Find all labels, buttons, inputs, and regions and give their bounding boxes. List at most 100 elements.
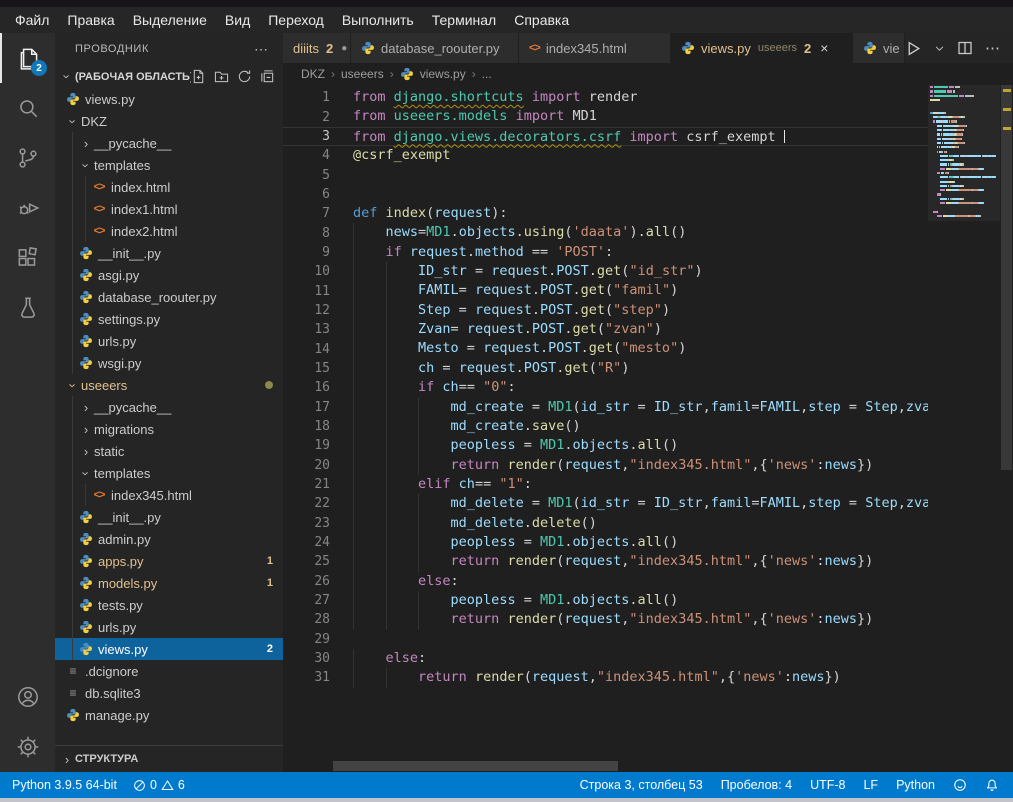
code-line-13[interactable]: 13 Zvan= request.POST.get("zvan") xyxy=(283,320,928,339)
tree-item-models.py[interactable]: models.py1 xyxy=(55,572,283,594)
menu-item-Файл[interactable]: Файл xyxy=(6,9,58,31)
tree-item-templates[interactable]: ›templates xyxy=(55,462,283,484)
tree-item-tests.py[interactable]: tests.py xyxy=(55,594,283,616)
code-line-22[interactable]: 22 md_delete = MD1(id_str = ID_str,famil… xyxy=(283,494,928,513)
tree-item-migrations[interactable]: ›migrations xyxy=(55,418,283,440)
code-line-25[interactable]: 25 return render(request,"index345.html"… xyxy=(283,552,928,571)
menu-item-Переход[interactable]: Переход xyxy=(259,9,333,31)
code-line-18[interactable]: 18 md_create.save() xyxy=(283,417,928,436)
code-line-14[interactable]: 14 Mesto = request.POST.get("mesto") xyxy=(283,339,928,358)
activity-account-icon[interactable] xyxy=(0,672,55,722)
horizontal-scrollbar-thumb[interactable] xyxy=(333,761,618,771)
workspace-section-header[interactable]: › (РАБОЧАЯ ОБЛАСТЬ) ... xyxy=(55,65,283,88)
problems-status[interactable]: 0 6 xyxy=(133,778,185,792)
code-line-4[interactable]: 4@csrf_exempt xyxy=(283,146,928,165)
menu-item-Правка[interactable]: Правка xyxy=(58,9,123,31)
close-icon[interactable]: × xyxy=(820,40,828,56)
code-line-15[interactable]: 15 ch = request.POST.get("R") xyxy=(283,359,928,378)
tree-item-__pycache__[interactable]: ›__pycache__ xyxy=(55,132,283,154)
tree-item-__init__.py[interactable]: __init__.py xyxy=(55,506,283,528)
tree-item-.dcignore[interactable]: ≡.dcignore xyxy=(55,660,283,682)
breadcrumb-item-...[interactable]: ... xyxy=(480,67,494,81)
tree-item-useeers[interactable]: ›useeers xyxy=(55,374,283,396)
code-line-21[interactable]: 21 elif ch== "1": xyxy=(283,475,928,494)
code-line-29[interactable]: 29 xyxy=(283,630,928,649)
tree-item-__pycache__[interactable]: ›__pycache__ xyxy=(55,396,283,418)
code-line-23[interactable]: 23 md_delete.delete() xyxy=(283,514,928,533)
refresh-icon[interactable] xyxy=(237,69,252,84)
notifications-bell-icon[interactable] xyxy=(985,778,999,792)
split-editor-icon[interactable] xyxy=(957,40,973,56)
indentation-status[interactable]: Пробелов: 4 xyxy=(721,778,792,792)
run-python-file-icon[interactable] xyxy=(905,40,922,57)
tree-item-db.sqlite3[interactable]: ≡db.sqlite3 xyxy=(55,682,283,704)
sidebar-more-actions-icon[interactable]: ⋯ xyxy=(254,41,269,58)
code-line-3[interactable]: 3from django.views.decorators.csrf impor… xyxy=(283,127,928,146)
code-line-11[interactable]: 11 FAMIL= request.POST.get("famil") xyxy=(283,281,928,300)
code-line-16[interactable]: 16 if ch== "0": xyxy=(283,378,928,397)
code-line-30[interactable]: 30 else: xyxy=(283,649,928,668)
code-line-17[interactable]: 17 md_create = MD1(id_str = ID_str,famil… xyxy=(283,398,928,417)
tree-item-settings.py[interactable]: settings.py xyxy=(55,308,283,330)
code-line-12[interactable]: 12 Step = request.POST.get("step") xyxy=(283,301,928,320)
tree-item-asgi.py[interactable]: asgi.py xyxy=(55,264,283,286)
activity-source-control-icon[interactable] xyxy=(0,133,55,183)
code-editor[interactable]: 1from django.shortcuts import render2fro… xyxy=(283,85,1013,772)
activity-run-debug-icon[interactable] xyxy=(0,183,55,233)
tab-database_roouter.py[interactable]: database_roouter.py xyxy=(351,33,519,63)
tab-diiits[interactable]: diiits2● xyxy=(283,33,351,63)
tree-item-templates[interactable]: ›templates xyxy=(55,154,283,176)
tab-vie[interactable]: vie xyxy=(853,33,905,63)
tree-item-wsgi.py[interactable]: wsgi.py xyxy=(55,352,283,374)
code-line-31[interactable]: 31 return render(request,"index345.html"… xyxy=(283,668,928,687)
tree-item-views.py[interactable]: views.py xyxy=(55,88,283,110)
tree-item-index2.html[interactable]: <>index2.html xyxy=(55,220,283,242)
code-line-6[interactable]: 6 xyxy=(283,185,928,204)
tree-item-__init__.py[interactable]: __init__.py xyxy=(55,242,283,264)
tree-item-apps.py[interactable]: apps.py1 xyxy=(55,550,283,572)
new-file-icon[interactable] xyxy=(191,69,206,84)
feedback-icon[interactable] xyxy=(953,778,967,792)
activity-extensions-icon[interactable] xyxy=(0,233,55,283)
run-dropdown-chevron-icon[interactable] xyxy=(934,43,945,54)
vertical-scrollbar[interactable] xyxy=(1000,85,1013,772)
code-line-19[interactable]: 19 peopless = MD1.objects.all() xyxy=(283,436,928,455)
language-mode-status[interactable]: Python xyxy=(896,778,935,792)
code-line-1[interactable]: 1from django.shortcuts import render xyxy=(283,88,928,107)
code-line-2[interactable]: 2from useeers.models import MD1 xyxy=(283,107,928,126)
eol-status[interactable]: LF xyxy=(863,778,878,792)
activity-explorer-icon[interactable]: 2 xyxy=(0,33,55,83)
encoding-status[interactable]: UTF-8 xyxy=(810,778,845,792)
outline-section-header[interactable]: › СТРУКТУРА xyxy=(55,745,283,772)
tree-item-manage.py[interactable]: manage.py xyxy=(55,704,283,726)
python-interpreter-status[interactable]: Python 3.9.5 64-bit xyxy=(12,778,117,792)
breadcrumb-item-views.py[interactable]: views.py xyxy=(418,67,468,81)
code-line-9[interactable]: 9 if request.method == 'POST': xyxy=(283,243,928,262)
tree-item-index1.html[interactable]: <>index1.html xyxy=(55,198,283,220)
tab-index345.html[interactable]: <>index345.html xyxy=(519,33,671,63)
breadcrumb-item-DKZ[interactable]: DKZ xyxy=(299,67,327,81)
code-line-5[interactable]: 5 xyxy=(283,165,928,184)
tree-item-index.html[interactable]: <>index.html xyxy=(55,176,283,198)
modified-dot-icon[interactable]: ● xyxy=(341,43,347,54)
activity-search-icon[interactable] xyxy=(0,83,55,133)
code-line-24[interactable]: 24 peopless = MD1.objects.all() xyxy=(283,533,928,552)
code-line-26[interactable]: 26 else: xyxy=(283,572,928,591)
code-line-20[interactable]: 20 return render(request,"index345.html"… xyxy=(283,456,928,475)
tree-item-database_roouter.py[interactable]: database_roouter.py xyxy=(55,286,283,308)
minimap[interactable] xyxy=(928,85,1000,772)
tree-item-index345.html[interactable]: <>index345.html xyxy=(55,484,283,506)
tree-item-urls.py[interactable]: urls.py xyxy=(55,330,283,352)
code-line-28[interactable]: 28 return render(request,"index345.html"… xyxy=(283,610,928,629)
menu-item-Выделение[interactable]: Выделение xyxy=(124,9,216,31)
tree-item-static[interactable]: ›static xyxy=(55,440,283,462)
menu-item-Вид[interactable]: Вид xyxy=(216,9,259,31)
menu-item-Терминал[interactable]: Терминал xyxy=(423,9,505,31)
code-line-7[interactable]: 7def index(request): xyxy=(283,204,928,223)
menu-item-Справка[interactable]: Справка xyxy=(505,9,578,31)
more-actions-icon[interactable]: ⋯ xyxy=(985,39,1001,57)
tree-item-views.py[interactable]: views.py2 xyxy=(55,638,283,660)
tree-item-DKZ[interactable]: ›DKZ xyxy=(55,110,283,132)
new-folder-icon[interactable] xyxy=(214,69,229,84)
collapse-all-icon[interactable] xyxy=(260,69,275,84)
